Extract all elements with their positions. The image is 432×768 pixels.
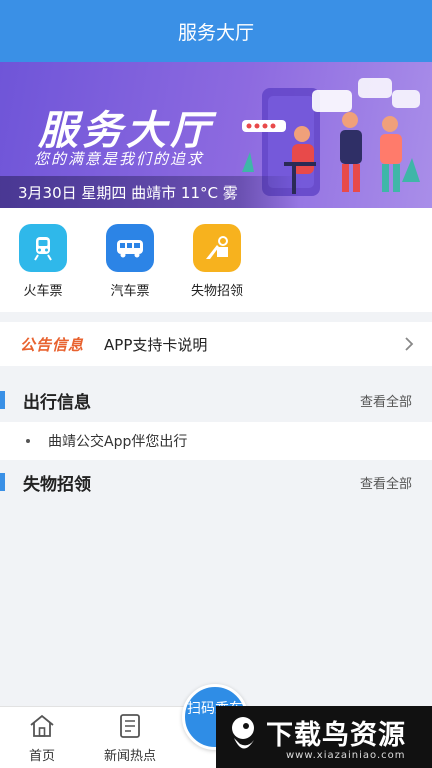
watermark-url: www.xiazainiao.com (286, 750, 406, 761)
train-icon (19, 224, 67, 272)
notice-tag: 公告信息 (20, 335, 85, 354)
lost-found-section-title: 失物招领 (23, 474, 91, 495)
home-icon (30, 714, 54, 737)
quick-action-lost-found[interactable]: 失物招领 (177, 224, 257, 299)
travel-section-header: 出行信息 查看全部 (0, 380, 432, 420)
lost-found-view-all-link[interactable]: 查看全部 (360, 473, 412, 492)
notice-bar[interactable]: 公告信息 APP支持卡说明 (0, 322, 432, 366)
quick-action-label: 汽车票 (110, 284, 150, 299)
list-item[interactable]: 曲靖公交App伴您出行 (0, 422, 432, 460)
page-title: 服务大厅 (177, 21, 254, 44)
lost-found-section-header: 失物招领 查看全部 (0, 462, 432, 502)
list-item-text: 曲靖公交App伴您出行 (48, 434, 188, 450)
date-weather-text: 3月30日 星期四 曲靖市 11°C 雾 (18, 183, 238, 202)
quick-action-train[interactable]: 火车票 (3, 224, 83, 299)
section-accent-bar (0, 473, 5, 491)
travel-view-all-link[interactable]: 查看全部 (360, 391, 412, 410)
tab-label: 新闻热点 (103, 749, 156, 764)
banner-subtitle: 您的满意是我们的追求 (34, 150, 205, 168)
bird-logo-icon (232, 717, 254, 749)
notice-text: APP支持卡说明 (104, 335, 208, 354)
quick-actions: 火车票 汽车票 失物招领 (0, 208, 432, 312)
news-icon (120, 714, 140, 738)
banner[interactable]: 服务大厅 您的满意是我们的追求 3月30日 星期四 曲靖市 11°C 雾 (0, 62, 432, 208)
watermark: 下载鸟资源 www.xiazainiao.com (216, 706, 432, 768)
date-weather-info: 3月30日 星期四 曲靖市 11°C 雾 (0, 176, 300, 208)
tab-label: 首页 (28, 749, 55, 764)
tab-news[interactable]: 新闻热点 (90, 713, 170, 764)
section-accent-bar (0, 391, 5, 409)
lost-found-icon (193, 224, 241, 272)
quick-action-bus[interactable]: 汽车票 (90, 224, 170, 299)
watermark-title: 下载鸟资源 (266, 720, 406, 751)
bullet-icon (26, 439, 30, 443)
quick-action-label: 火车票 (23, 284, 63, 299)
quick-action-label: 失物招领 (190, 284, 243, 299)
travel-section-title: 出行信息 (23, 392, 91, 413)
bus-icon (106, 224, 154, 272)
tab-home[interactable]: 首页 (2, 713, 82, 764)
app-header: 服务大厅 (0, 0, 432, 62)
chevron-right-icon (405, 337, 414, 351)
